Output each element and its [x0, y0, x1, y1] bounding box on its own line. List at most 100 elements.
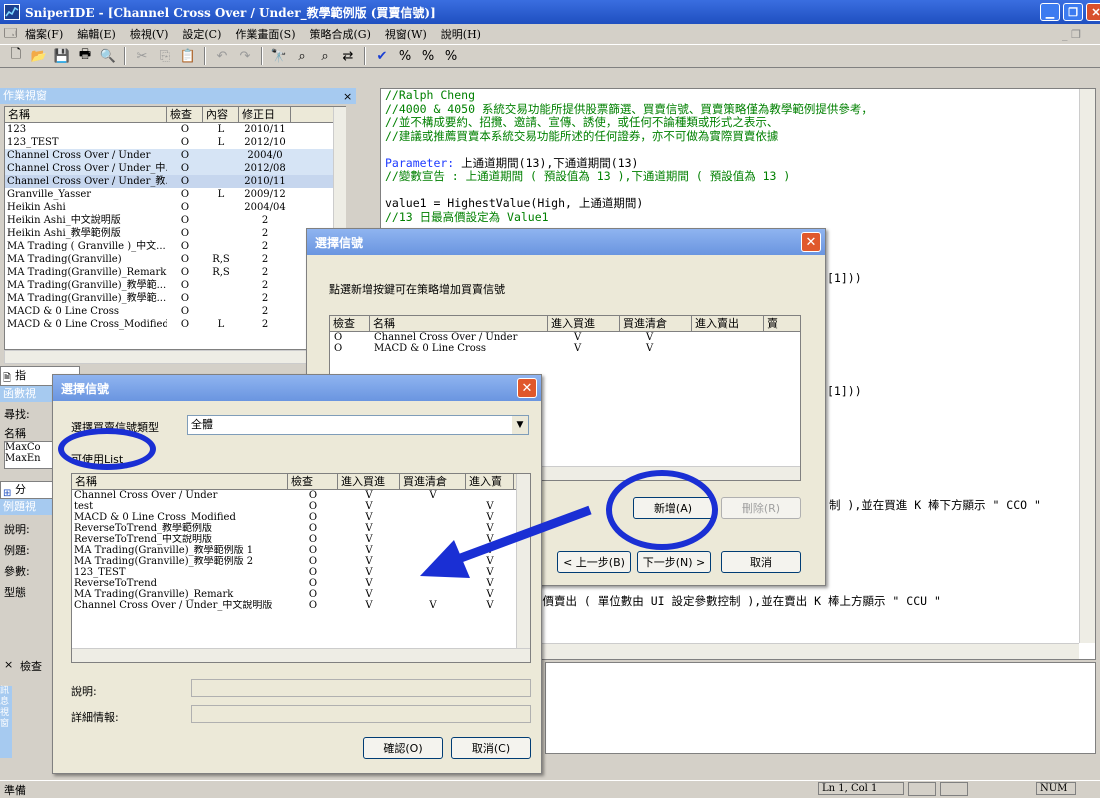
col-modified[interactable]: 修正日 [239, 107, 291, 122]
workspace-row[interactable]: Heikin Ashi_教學範例版 O 2 [5, 227, 345, 240]
d2-col-buy[interactable]: 進入買進 [338, 474, 400, 489]
workspace-row[interactable]: Heikin Ashi O 2004/04 [5, 201, 345, 214]
dialog1-cell: V [574, 343, 582, 354]
workspace-hscroll[interactable] [4, 350, 346, 364]
save-icon[interactable]: 💾 [52, 47, 72, 65]
maximize-button[interactable]: ❐ [1063, 3, 1083, 21]
paste-icon[interactable]: 📋 [178, 47, 198, 65]
dialog1-row[interactable]: O MACD & 0 Line Cross V V [330, 343, 800, 354]
dialog2-row[interactable]: MA Trading(Granville)_Remark O V V [72, 589, 530, 600]
workspace-cell: 2 [261, 319, 269, 330]
workspace-row[interactable]: 123_TEST O L 2012/10 [5, 136, 345, 149]
output-close-icon[interactable]: × [4, 658, 13, 671]
workspace-row[interactable]: Channel Cross Over / Under_中... O 2012/08 [5, 162, 345, 175]
workspace-cell: Channel Cross Over / Under_教... [7, 176, 167, 187]
menu-help[interactable]: 說明(H) [441, 26, 481, 42]
workspace-row[interactable]: MA Trading(Granville)_Remark O R,S 2 [5, 266, 345, 279]
menu-view[interactable]: 檢視(V) [130, 26, 169, 42]
workspace-row[interactable]: MA Trading(Granville)_教學範... O 2 [5, 279, 345, 292]
new-file-icon[interactable]: 🗋 [6, 47, 26, 65]
menu-edit[interactable]: 編輯(E) [77, 26, 116, 42]
dialog2-hscroll[interactable] [72, 648, 530, 662]
app-chart-icon [4, 4, 20, 20]
workspace-close-icon[interactable]: × [343, 90, 352, 103]
d1-col-name[interactable]: 名稱 [370, 316, 548, 331]
d1-col-sell[interactable]: 進入賣出 [692, 316, 764, 331]
workspace-row[interactable]: 123 O L 2010/11 [5, 123, 345, 136]
d2-col-name[interactable]: 名稱 [72, 474, 288, 489]
d2-col-check[interactable]: 檢查 [288, 474, 338, 489]
menu-strategy[interactable]: 策略合成(G) [310, 26, 371, 42]
workspace-row[interactable]: MA Trading(Granville) O R,S 2 [5, 253, 345, 266]
workspace-cell: L [217, 319, 225, 330]
d1-col-buyclose[interactable]: 買進清倉 [620, 316, 692, 331]
cut-icon[interactable]: ✂ [132, 47, 152, 65]
copy-icon[interactable]: ⎘ [155, 47, 175, 65]
find-icon[interactable]: 🔭 [269, 47, 289, 65]
confirm-button[interactable]: 確認(O) [363, 737, 443, 759]
workspace-pane: 作業視窗 × 名稱 檢查 內容 修正日 123 O L 2010/11 123_TEST… [0, 88, 356, 366]
workspace-row[interactable]: Channel Cross Over / Under_教... O 2010/11 [5, 175, 345, 188]
undo-icon[interactable]: ↶ [212, 47, 232, 65]
col-name[interactable]: 名稱 [5, 107, 167, 122]
workspace-row[interactable]: Granville_Yasser O L 2009/12 [5, 188, 345, 201]
workspace-cell: O [180, 228, 190, 239]
dialog2-cell: MA Trading(Granville)_教學範例版 1 [74, 545, 254, 556]
workspace-row[interactable]: MACD & 0 Line Cross O 2 [5, 305, 345, 318]
menu-settings[interactable]: 設定(C) [182, 26, 221, 42]
workspace-cell: O [180, 254, 190, 265]
comment-all-icon[interactable]: % [441, 47, 461, 65]
dialog2-cell: test [74, 501, 94, 512]
toggle-comment-icon[interactable]: % [395, 47, 415, 65]
workspace-cell: O [180, 280, 190, 291]
d1-col-more[interactable]: 賣 [764, 316, 794, 331]
next-step-button[interactable]: 下一步(N) > [637, 551, 711, 573]
chevron-down-icon[interactable]: ▼ [512, 416, 528, 434]
d2-col-buyclose[interactable]: 買進清倉 [400, 474, 466, 489]
menu-file[interactable]: 檔案(F) [25, 26, 63, 42]
col-content[interactable]: 內容 [203, 107, 239, 122]
dialog2-close-button[interactable]: ✕ [517, 378, 537, 398]
verify-icon[interactable]: ✔ [372, 47, 392, 65]
dialog1-row[interactable]: O Channel Cross Over / Under V V [330, 332, 800, 343]
toolbar: 🗋 📂 💾 🖶 🔍 ✂ ⎘ 📋 ↶ ↷ 🔭 ⌕ ⌕ ⇄ ✔ % % % [0, 44, 1100, 68]
open-file-icon[interactable]: 📂 [29, 47, 49, 65]
workspace-row[interactable]: MACD & 0 Line Cross_Modified O L 2 [5, 318, 345, 331]
workspace-row[interactable]: MA Trading(Granville)_教學範... O 2 [5, 292, 345, 305]
workspace-row[interactable]: Heikin Ashi_中文說明版 O 2 [5, 214, 345, 227]
signal-type-select[interactable]: 全體 ▼ [187, 415, 529, 435]
minimize-button[interactable]: ▁ [1040, 3, 1060, 21]
delete-signal-button[interactable]: 刪除(R) [721, 497, 801, 519]
dialog2-cell: O [308, 501, 318, 512]
print-preview-icon[interactable]: 🔍 [98, 47, 118, 65]
tab-indicator-icon: 🗎 [3, 373, 12, 384]
workspace-cell: L [217, 189, 225, 200]
d1-col-check[interactable]: 檢查 [330, 316, 370, 331]
workspace-row[interactable]: Channel Cross Over / Under O 2004/0 [5, 149, 345, 162]
workspace-row[interactable]: MA Trading ( Granville )_中文... O 2 [5, 240, 345, 253]
d2-col-sell[interactable]: 進入賣 [466, 474, 514, 489]
replace-icon[interactable]: ⇄ [338, 47, 358, 65]
dialog2-detail-field [191, 705, 531, 723]
uncomment-icon[interactable]: % [418, 47, 438, 65]
find-next-icon[interactable]: ⌕ [292, 47, 312, 65]
print-icon[interactable]: 🖶 [75, 47, 95, 65]
mdi-controls[interactable]: _ ❐ [1062, 28, 1081, 41]
dialog2-cancel-button[interactable]: 取消(C) [451, 737, 531, 759]
dialog2-cell: MACD & 0 Line Cross_Modified [74, 512, 236, 523]
menu-window[interactable]: 視窗(W) [385, 26, 427, 42]
menu-workscreen[interactable]: 作業畫面(S) [235, 26, 295, 42]
redo-icon[interactable]: ↷ [235, 47, 255, 65]
dialog1-cell: MACD & 0 Line Cross [374, 343, 487, 354]
d1-col-buy[interactable]: 進入買進 [548, 316, 620, 331]
workspace-cell: O [180, 293, 190, 304]
col-check[interactable]: 檢查 [167, 107, 203, 122]
dialog2-title: 選擇信號 [61, 381, 110, 396]
code-line: Parameter: 上通道期間(13),下通道期間(13) [385, 156, 1091, 171]
find-prev-icon[interactable]: ⌕ [315, 47, 335, 65]
dialog1-cancel-button[interactable]: 取消 [721, 551, 801, 573]
close-button[interactable]: ✕ [1086, 3, 1100, 21]
dialog2-row[interactable]: Channel Cross Over / Under_中文說明版 O V V V [72, 600, 530, 611]
editor-vscroll[interactable] [1079, 89, 1095, 643]
dialog1-close-button[interactable]: ✕ [801, 232, 821, 252]
